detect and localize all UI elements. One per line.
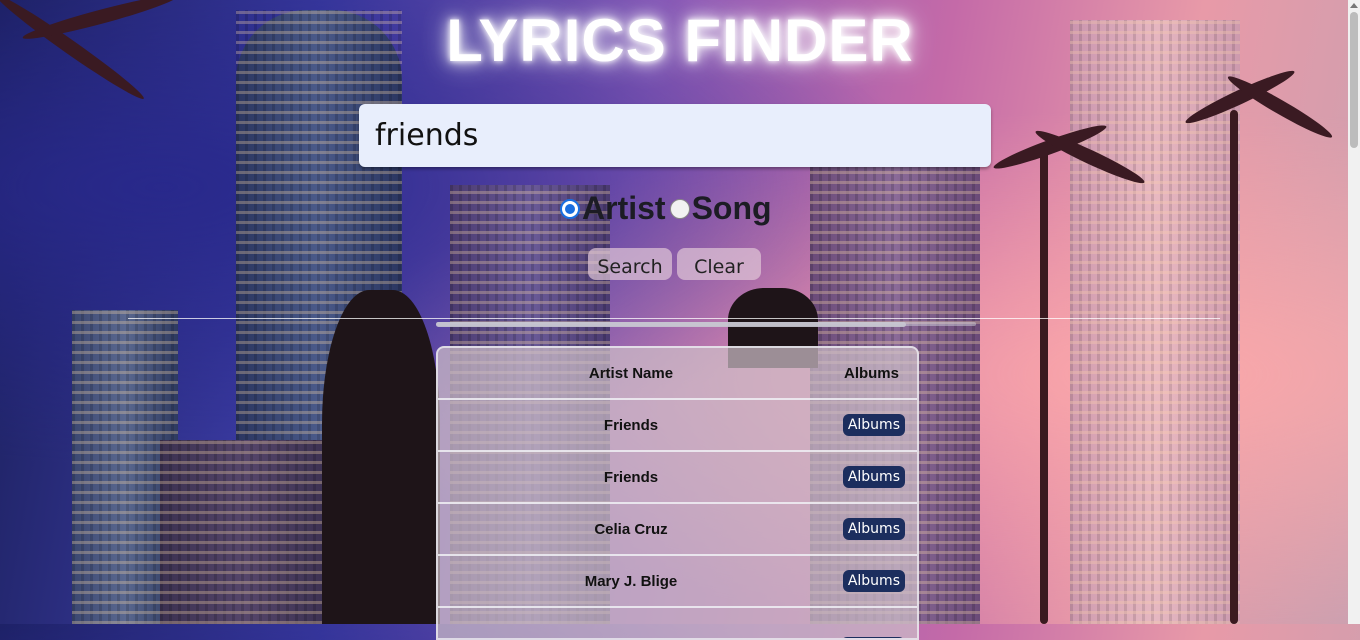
radio-artist-label[interactable]: Artist — [582, 190, 666, 227]
search-type-group: Artist Song — [560, 190, 776, 227]
artist-name: Celia Cruz — [594, 520, 668, 538]
clear-button[interactable]: Clear — [677, 248, 761, 280]
palm-tree — [1040, 150, 1048, 624]
results-table: Artist Name Albums Friends Albums Friend… — [436, 346, 919, 640]
artist-name: Friends — [603, 416, 659, 434]
table-header: Artist Name Albums — [438, 348, 917, 400]
scroll-up-arrow-icon[interactable] — [1350, 3, 1358, 8]
table-row: Friends Albums — [438, 400, 917, 452]
person-silhouette — [322, 290, 440, 624]
table-row — [438, 608, 917, 638]
albums-button[interactable]: Albums — [842, 466, 905, 488]
radio-song-label[interactable]: Song — [692, 190, 772, 227]
skyscraper — [1070, 20, 1240, 624]
table-row: Celia Cruz Albums — [438, 504, 917, 556]
page-title: LYRICS FINDER — [446, 7, 914, 74]
radio-artist[interactable] — [560, 198, 580, 219]
skyscraper — [72, 310, 178, 624]
skyscraper — [236, 10, 402, 624]
skyscraper — [160, 440, 330, 624]
column-header-artist-name: Artist Name — [588, 364, 674, 382]
radio-song[interactable] — [669, 198, 690, 219]
table-row: Friends Albums — [438, 452, 917, 504]
albums-button[interactable]: Albums — [842, 570, 905, 592]
albums-button[interactable]: Albums — [842, 518, 905, 540]
divider — [128, 318, 1220, 319]
page-vertical-scrollbar[interactable] — [1348, 0, 1360, 624]
search-input[interactable] — [359, 104, 991, 167]
table-row: Mary J. Blige Albums — [438, 556, 917, 608]
palm-tree — [1230, 110, 1238, 624]
albums-button[interactable]: Albums — [842, 414, 905, 436]
artist-name — [438, 608, 824, 638]
page-scrollbar-thumb[interactable] — [1350, 12, 1358, 148]
artist-name: Friends — [603, 468, 659, 486]
search-button[interactable]: Search — [588, 248, 672, 280]
results-scrollbar-thumb[interactable] — [436, 322, 906, 327]
artist-name: Mary J. Blige — [584, 572, 678, 590]
column-header-albums: Albums — [843, 364, 899, 382]
